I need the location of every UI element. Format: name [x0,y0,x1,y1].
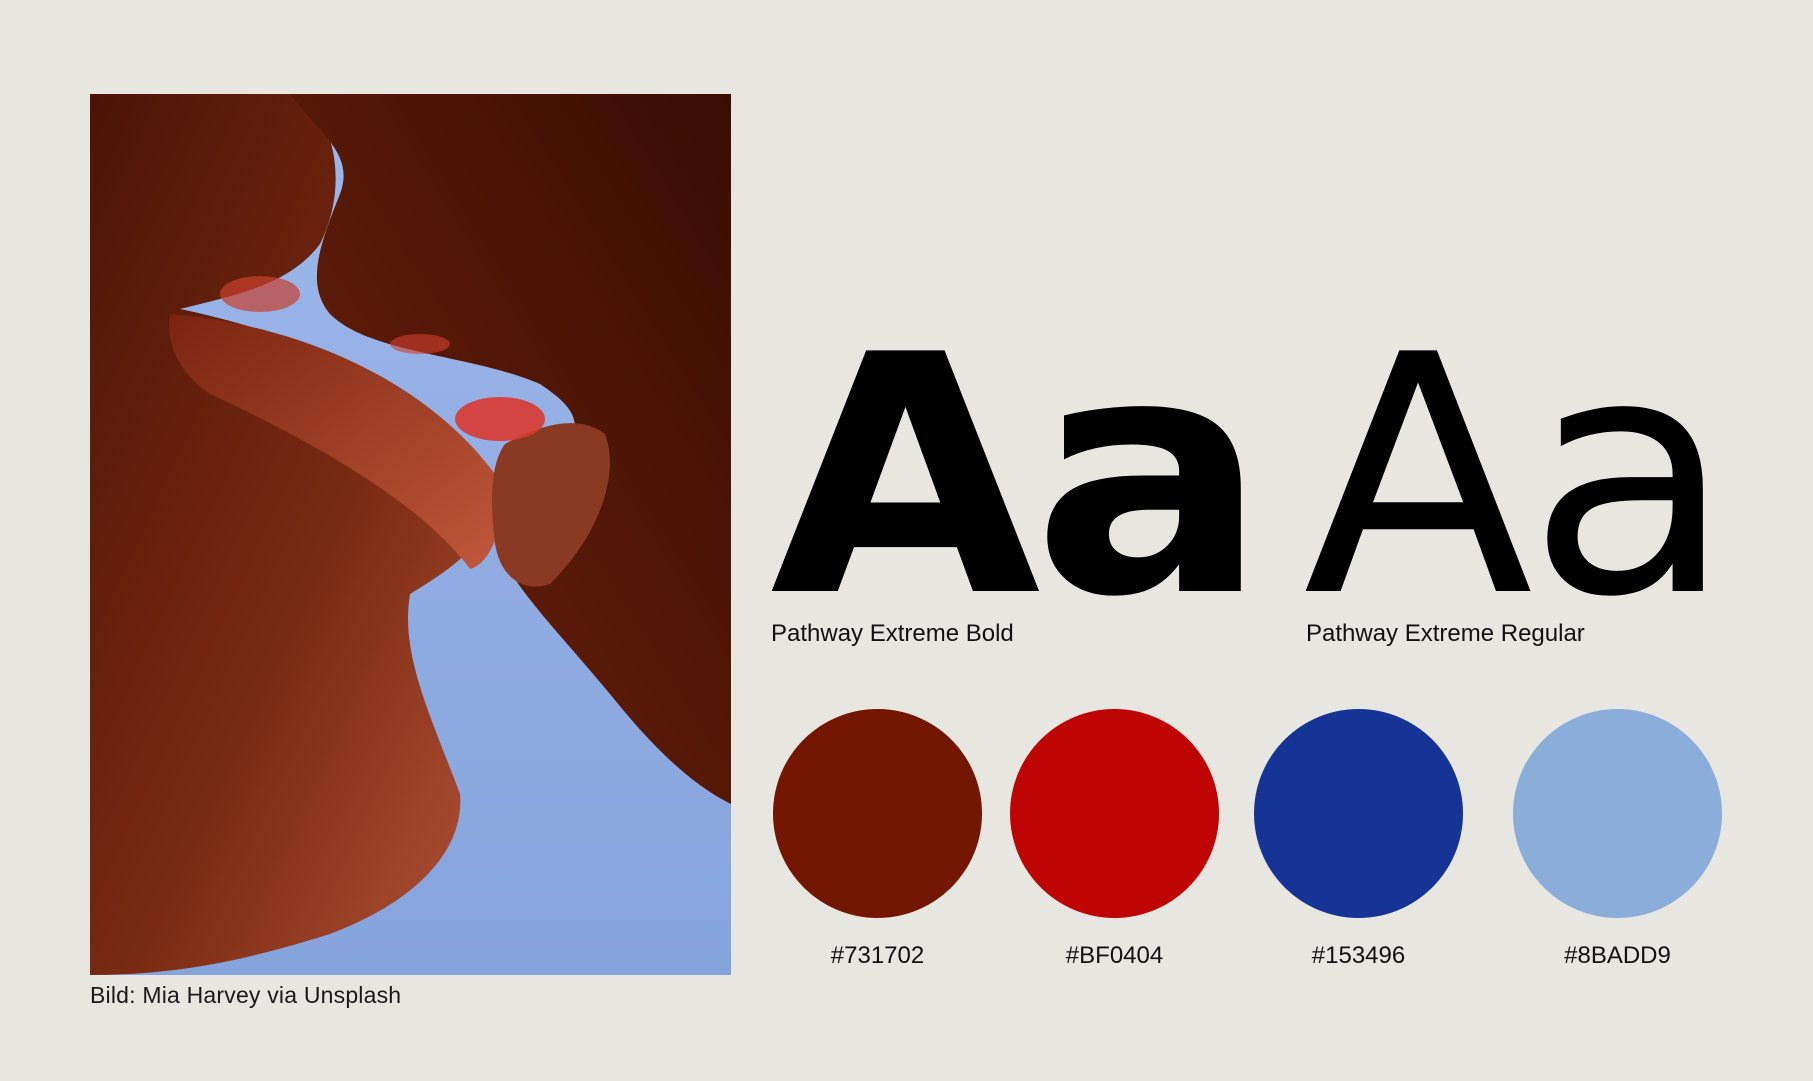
swatch-dark-blue [1254,709,1463,918]
hex-label-brown: #731702 [830,942,925,969]
hex-label-red: #BF0404 [1065,942,1164,969]
kiss-photo [90,94,731,975]
regular-font-label: Pathway Extreme Regular [1306,620,1585,647]
photo-caption: Bild: Mia Harvey via Unsplash [90,982,402,1008]
hex-label-light-blue: #8BADD9 [1564,942,1671,969]
swatch-red [1010,709,1219,918]
hex-label-dark-blue: #153496 [1311,942,1406,969]
bold-font-label: Pathway Extreme Bold [771,620,1014,647]
swatch-light-blue [1513,709,1722,918]
regular-type-specimen: Aa [1303,285,1733,669]
swatch-brown [773,709,982,918]
kiss-photo-illustration [90,94,731,975]
bold-type-specimen: Aa [770,285,1268,669]
